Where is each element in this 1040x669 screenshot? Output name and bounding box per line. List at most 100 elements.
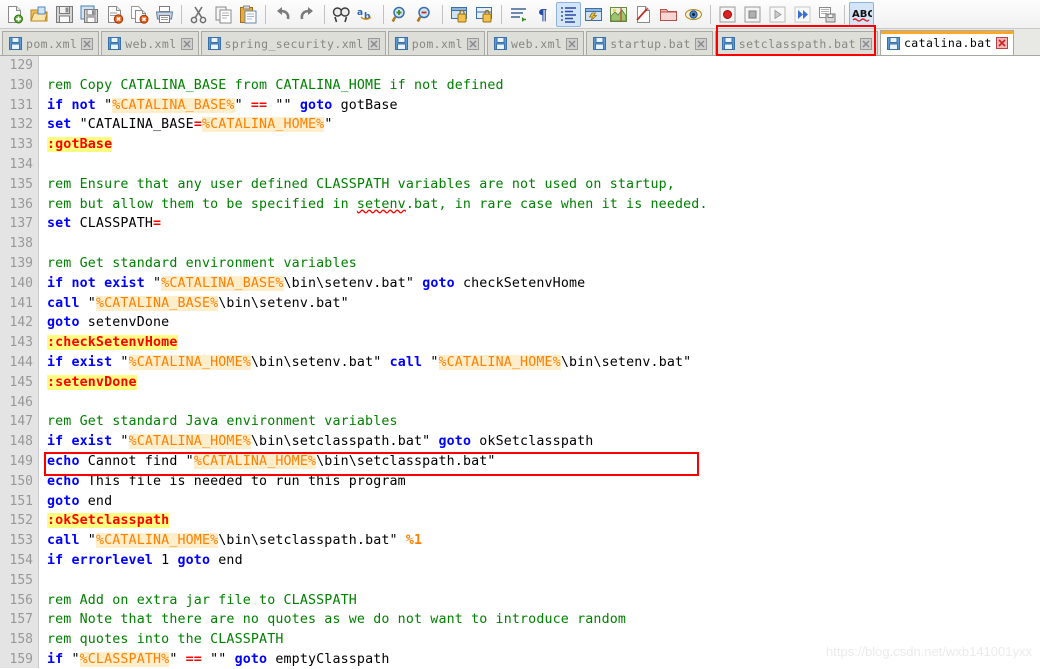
line-number: 150 <box>9 473 33 489</box>
close-icon[interactable] <box>367 37 380 50</box>
line-number: 130 <box>9 77 33 93</box>
zoom-out-icon[interactable] <box>413 2 438 27</box>
code-line: call "%CATALINA_HOME%\bin\setclasspath.b… <box>47 533 423 549</box>
line-number: 131 <box>9 97 33 113</box>
document-tab-pom-xml-1[interactable]: pom.xml <box>2 31 100 55</box>
folder-workspace-icon[interactable] <box>656 2 681 27</box>
line-number: 155 <box>9 572 33 588</box>
document-tab-startup-bat[interactable]: startup.bat <box>586 31 713 55</box>
spell-check-icon[interactable]: ABC <box>849 1 874 27</box>
tab-label: setclasspath.bat <box>738 36 856 51</box>
code-line: goto end <box>47 493 113 509</box>
tab-label: pom.xml <box>26 36 78 51</box>
code-line: rem Copy CATALINA_BASE from CATALINA_HOM… <box>47 77 504 93</box>
toolbar-separator <box>501 4 502 24</box>
document-tab-bar: pom.xml web.xml spring_security.xml pom.… <box>0 25 1040 56</box>
word-wrap-icon[interactable] <box>506 2 531 27</box>
code-line: rem Ensure that any user defined CLASSPA… <box>47 176 675 192</box>
document-tab-web-xml-1[interactable]: web.xml <box>101 31 199 55</box>
code-text-area[interactable]: rem Copy CATALINA_BASE from CATALINA_HOM… <box>47 56 1040 668</box>
monitoring-icon[interactable] <box>681 2 706 27</box>
save-all-icon[interactable] <box>77 2 102 27</box>
code-line: if errorlevel 1 goto end <box>47 552 243 568</box>
show-indent-guide-icon[interactable] <box>556 1 581 27</box>
close-icon[interactable] <box>466 37 479 50</box>
code-line: set "CATALINA_BASE=%CATALINA_HOME%" <box>47 117 333 133</box>
close-icon[interactable] <box>566 37 579 50</box>
line-number: 154 <box>9 552 33 568</box>
find-icon[interactable] <box>329 2 354 27</box>
document-tab-catalina-bat[interactable]: catalina.bat <box>879 30 1014 55</box>
line-number: 153 <box>9 533 33 549</box>
save-disk-icon <box>493 37 507 50</box>
line-number: 151 <box>9 493 33 509</box>
line-number: 141 <box>9 295 33 311</box>
line-number: 129 <box>9 58 33 73</box>
code-line: echo This file is needed to run this pro… <box>47 473 406 489</box>
close-all-icon[interactable] <box>127 2 152 27</box>
replace-icon[interactable]: ab <box>354 2 379 27</box>
macro-play-icon[interactable] <box>765 2 790 27</box>
close-icon[interactable] <box>694 37 707 50</box>
document-tab-pom-xml-2[interactable]: pom.xml <box>387 31 485 55</box>
toolbar-separator <box>324 4 325 24</box>
sync-horizontal-scroll-icon[interactable] <box>472 2 497 27</box>
close-icon[interactable] <box>859 37 872 50</box>
macro-stop-icon[interactable] <box>740 2 765 27</box>
code-line: goto setenvDone <box>47 315 170 331</box>
close-icon[interactable] <box>180 37 193 50</box>
code-editor[interactable]: 129 130 131 132 133 134 135 136 137 138 … <box>0 56 1040 668</box>
undo-icon[interactable] <box>270 2 295 27</box>
document-tab-setclasspath-bat[interactable]: setclasspath.bat <box>714 31 878 55</box>
document-tab-web-xml-2[interactable]: web.xml <box>486 31 585 55</box>
line-number: 142 <box>9 315 33 331</box>
line-number: 133 <box>9 137 33 153</box>
document-map-icon[interactable] <box>606 2 631 27</box>
toolbar-separator <box>710 4 711 24</box>
print-icon[interactable] <box>152 2 177 27</box>
line-number: 144 <box>9 354 33 370</box>
open-file-icon[interactable] <box>27 2 52 27</box>
close-icon[interactable] <box>81 37 94 50</box>
macro-save-icon[interactable] <box>815 2 840 27</box>
redo-icon[interactable] <box>295 2 320 27</box>
save-disk-icon <box>721 37 735 50</box>
document-tab-spring-security-xml[interactable]: spring_security.xml <box>200 31 386 55</box>
code-line: rem but allow them to be specified in se… <box>47 196 708 212</box>
user-defined-language-icon[interactable] <box>581 2 606 27</box>
sync-vertical-scroll-icon[interactable] <box>447 2 472 27</box>
save-disk-icon <box>9 37 22 50</box>
toolbar-separator <box>383 4 384 24</box>
code-line: echo Cannot find "%CATALINA_HOME%\bin\se… <box>47 453 496 469</box>
toolbar-separator <box>181 4 182 24</box>
tab-label: web.xml <box>125 36 177 51</box>
copy-icon[interactable] <box>211 2 236 27</box>
line-number: 139 <box>9 255 33 271</box>
line-number: 138 <box>9 236 33 252</box>
save-disk-icon <box>593 37 607 50</box>
close-file-icon[interactable] <box>102 2 127 27</box>
code-line: rem Get standard Java environment variab… <box>47 414 398 430</box>
code-line: rem Get standard environment variables <box>47 255 357 271</box>
zoom-in-icon[interactable] <box>388 2 413 27</box>
tab-label: catalina.bat <box>903 36 992 50</box>
paste-icon[interactable] <box>236 2 261 27</box>
cut-icon[interactable] <box>186 2 211 27</box>
show-all-characters-icon[interactable]: ¶ <box>531 2 556 27</box>
close-icon[interactable] <box>995 37 1008 49</box>
macro-run-multiple-icon[interactable] <box>790 2 815 27</box>
line-number: 143 <box>9 335 33 351</box>
line-number: 140 <box>9 275 33 291</box>
function-list-icon[interactable] <box>631 2 656 27</box>
line-number: 157 <box>9 612 33 628</box>
new-file-icon[interactable] <box>2 2 27 27</box>
save-icon[interactable] <box>52 2 77 27</box>
line-number: 158 <box>9 632 33 648</box>
macro-record-icon[interactable] <box>715 2 740 27</box>
svg-text:a: a <box>357 8 363 18</box>
line-number: 156 <box>9 592 33 608</box>
line-number: 135 <box>9 176 33 192</box>
